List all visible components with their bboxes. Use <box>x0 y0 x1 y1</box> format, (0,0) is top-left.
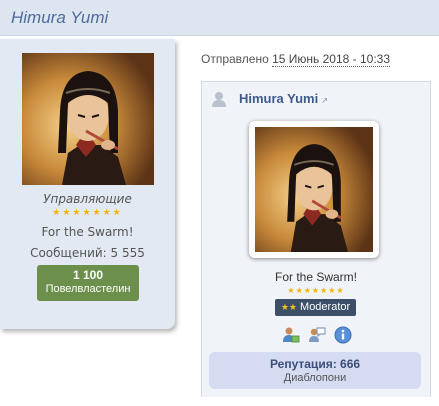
posted-label: Отправлено <box>201 52 269 66</box>
post-count: Сообщений: 5 555 <box>0 246 175 260</box>
post-author-name[interactable]: Himura Yumi ↗ <box>239 91 328 106</box>
author-avatar[interactable] <box>22 53 154 185</box>
member-group: Управляющие <box>43 192 132 206</box>
group-stars: ★★★★★★★ <box>52 208 123 218</box>
user-silhouette-icon <box>210 90 228 111</box>
messages-icon[interactable] <box>308 326 326 344</box>
avatar-image-large <box>255 127 373 252</box>
topic-header: Himura Yumi <box>0 0 439 36</box>
reputation-title: Повелвластелин <box>45 283 131 295</box>
post-group-stars: ★★★★★★★ <box>287 286 345 295</box>
author-panel: Управляющие ★★★★★★★ For the Swarm! Сообщ… <box>0 39 175 329</box>
post-author-card: Himura Yumi ↗ For the Swarm! ★★★★★★★ ★★ … <box>201 81 431 397</box>
post-reputation-value: Репутация: 666 <box>269 357 361 371</box>
avatar-image <box>22 53 154 185</box>
post-count-label: Сообщений: <box>30 246 107 260</box>
post-motto: For the Swarm! <box>274 270 358 284</box>
post-count-value: 5 555 <box>110 246 145 260</box>
moderator-badge: ★★ Moderator <box>275 299 356 316</box>
member-action-icons <box>279 326 355 346</box>
member-motto: For the Swarm! <box>41 225 134 239</box>
reputation-value: 1 100 <box>72 268 104 282</box>
post-reputation-box: Репутация: 666 Диаблопони <box>209 352 421 389</box>
post-author-name-text: Himura Yumi <box>239 91 319 106</box>
posted-date[interactable]: 15 Июнь 2018 - 10:33 <box>272 52 391 67</box>
star-icon: ★★ <box>280 302 297 312</box>
reputation-badge[interactable]: 1 100 Повелвластелин <box>37 265 139 301</box>
moderator-label: Moderator <box>300 301 351 313</box>
post-date-line: Отправлено 15 Июнь 2018 - 10:33 <box>201 52 391 67</box>
post-avatar[interactable] <box>249 121 379 258</box>
post-reputation-title: Диаблопони <box>283 372 347 384</box>
author-name-header[interactable]: Himura Yumi <box>11 8 108 28</box>
info-icon[interactable] <box>334 326 352 344</box>
user-card-icon[interactable] <box>282 326 300 344</box>
external-link-icon[interactable]: ↗ <box>321 96 328 105</box>
